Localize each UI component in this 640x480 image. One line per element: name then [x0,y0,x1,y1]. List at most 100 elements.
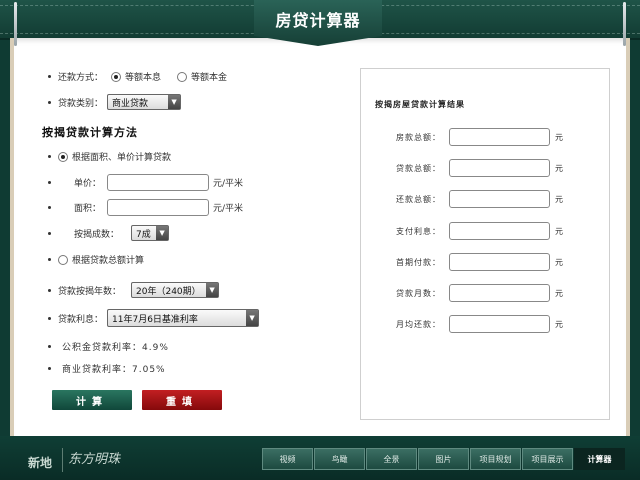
result-row-repay-total: 还款总额： 元 [361,190,611,208]
result-unit: 元 [555,288,563,298]
rate-row: 贷款利息： 11年7月6日基准利率 ▼ [48,309,260,327]
loan-type-value: 商业贷款 [112,98,149,109]
result-row-house-total: 房款总额： 元 [361,128,611,146]
calculator-panel: 还款方式： 等额本息 等额本金 贷款类别： 商业贷款 ▼ 按揭贷款计算方法 根据… [10,38,630,436]
method-area-radio[interactable] [58,151,68,162]
interest-field[interactable] [449,222,550,240]
commercial-rate-row: 商业贷款利率：7.05% [48,362,166,375]
rate-value: 11年7月6日基准利率 [112,314,198,325]
loan-type-label: 贷款类别： [58,98,104,109]
result-label: 贷款总额： [396,163,441,173]
method-total-label: 根据贷款总额计算 [72,256,145,266]
bullet-icon [48,316,51,320]
repay-total-field[interactable] [449,190,550,208]
house-total-field[interactable] [449,128,550,146]
result-unit: 元 [555,132,563,142]
repay-option-equal-principal-radio[interactable] [177,71,188,82]
months-field[interactable] [449,284,550,302]
result-unit: 元 [555,194,563,204]
bullet-icon [48,75,51,78]
ratio-row: 按揭成数： 7成 ▼ [48,225,170,241]
result-unit: 元 [555,163,563,173]
result-title: 按揭房屋贷款计算结果 [375,100,465,109]
years-row: 贷款按揭年数： 20年（240期） ▼ [48,282,220,298]
rate-select[interactable]: 11年7月6日基准利率 ▼ [107,309,260,327]
pin-icon [623,2,626,46]
bullet-icon [48,258,51,261]
bullet-icon [48,100,51,104]
calculate-button[interactable]: 计算 [52,390,132,410]
method-total-row: 根据贷款总额计算 [48,253,144,266]
result-label: 月均还款： [396,319,441,329]
chevron-down-icon: ▼ [206,283,219,297]
years-select[interactable]: 20年（240期） ▼ [131,282,220,298]
project-logo-text: 东方明珠 [68,452,121,467]
loan-type-row: 贷款类别： 商业贷款 ▼ [48,94,182,110]
years-label: 贷款按揭年数： [58,286,122,297]
result-unit: 元 [555,319,563,329]
ratio-label: 按揭成数： [74,229,120,240]
repay-option-equal-installment-radio[interactable] [111,71,122,82]
nav-item-aerial[interactable]: 鸟瞰 [314,448,365,470]
down-payment-field[interactable] [449,253,550,271]
bullet-icon [48,288,51,292]
bottom-bar: 新地 东方明珠 视频 鸟瞰 全景 图片 项目规划 项目展示 计算器 [0,436,640,480]
area-input[interactable] [107,199,210,216]
unit-price-input[interactable] [107,174,210,191]
nav-item-video[interactable]: 视频 [262,448,313,470]
chevron-down-icon: ▼ [156,226,169,240]
unit-price-unit: 元/平米 [213,179,244,189]
nav-item-planning[interactable]: 项目规划 [470,448,521,470]
pin-icon [14,2,17,46]
bottom-nav: 视频 鸟瞰 全景 图片 项目规划 项目展示 计算器 [262,448,626,470]
method-total-radio[interactable] [58,254,68,265]
bullet-icon [48,181,51,184]
chevron-down-icon: ▼ [168,95,181,109]
bullet-icon [48,206,51,209]
loan-total-field[interactable] [449,159,550,177]
nav-item-calculator[interactable]: 计算器 [574,448,625,470]
reset-button[interactable]: 重填 [142,390,222,410]
chevron-down-icon: ▼ [246,310,259,326]
method-area-row: 根据面积、单价计算贷款 [48,150,171,163]
result-label: 还款总额： [396,194,441,204]
method-area-label: 根据面积、单价计算贷款 [72,153,172,163]
repay-method-label: 还款方式： [58,73,104,83]
monthly-payment-field[interactable] [449,315,550,333]
ratio-select[interactable]: 7成 ▼ [131,225,170,241]
nav-item-panorama[interactable]: 全景 [366,448,417,470]
bullet-icon [48,345,51,348]
result-row-monthly-payment: 月均还款： 元 [361,315,611,333]
area-row: 面积： 元/平米 [48,199,243,216]
result-unit: 元 [555,226,563,236]
fund-rate-text: 公积金贷款利率：4.9% [62,343,169,353]
result-row-months: 贷款月数： 元 [361,284,611,302]
ratio-value: 7成 [136,229,151,240]
fund-rate-row: 公积金贷款利率：4.9% [48,340,169,353]
result-label: 支付利息： [396,226,441,236]
nav-item-pictures[interactable]: 图片 [418,448,469,470]
result-row-interest: 支付利息： 元 [361,222,611,240]
area-label: 面积： [74,204,102,214]
nav-item-showcase[interactable]: 项目展示 [522,448,573,470]
repay-option-label: 等额本息 [125,73,162,83]
result-row-loan-total: 贷款总额： 元 [361,159,611,177]
mortgage-method-title: 按揭贷款计算方法 [42,126,138,139]
repay-option-label: 等额本金 [191,73,228,83]
result-label: 房款总额： [396,132,441,142]
bullet-icon [48,231,51,235]
brand-logo-text: 新地 [28,456,53,470]
unit-price-row: 单价： 元/平米 [48,174,243,191]
result-panel: 按揭房屋贷款计算结果 房款总额： 元 贷款总额： 元 还款总额： 元 支付利息：… [360,68,610,420]
commercial-rate-text: 商业贷款利率：7.05% [62,365,166,375]
result-label: 首期付款： [396,257,441,267]
repay-method-row: 还款方式： 等额本息 等额本金 [48,70,227,83]
unit-price-label: 单价： [74,179,102,189]
area-unit: 元/平米 [213,204,244,214]
result-row-down-payment: 首期付款： 元 [361,253,611,271]
loan-type-select[interactable]: 商业贷款 ▼ [107,94,182,110]
bullet-icon [48,155,51,158]
bullet-icon [48,367,51,370]
result-label: 贷款月数： [396,288,441,298]
result-unit: 元 [555,257,563,267]
